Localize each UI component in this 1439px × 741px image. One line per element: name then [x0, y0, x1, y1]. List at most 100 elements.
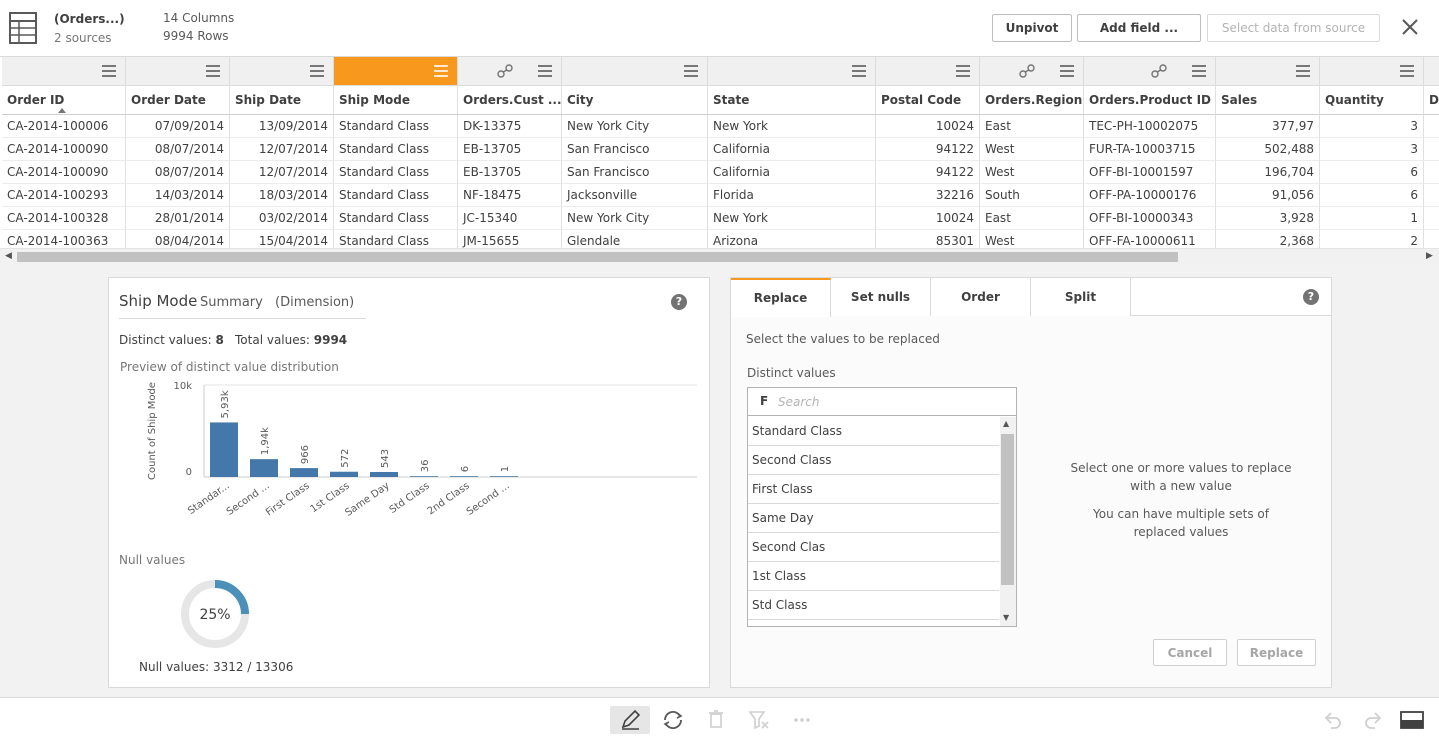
table-cell: CA-2014-100293: [2, 184, 126, 207]
x-category-label: Second ...: [465, 480, 512, 517]
column-header[interactable]: City: [562, 86, 708, 115]
column-tool-cell[interactable]: [126, 57, 230, 86]
bar-data-label: 5,93k: [220, 390, 231, 418]
column-menu-icon[interactable]: [1399, 64, 1415, 78]
x-category-label: Second ...: [225, 480, 272, 517]
table-cell: 18/03/2014: [230, 184, 334, 207]
tab-split[interactable]: Split: [1031, 278, 1131, 316]
pencil-icon[interactable]: [610, 706, 650, 734]
table-cell: West: [980, 138, 1084, 161]
column-tool-cell[interactable]: [876, 57, 980, 86]
column-tool-cell[interactable]: [1424, 57, 1439, 86]
column-menu-icon[interactable]: [1191, 64, 1207, 78]
refresh-icon[interactable]: [653, 706, 693, 734]
distinct-values-label: Distinct values: [747, 366, 836, 380]
column-header[interactable]: Orders.Product ID: [1084, 86, 1216, 115]
chart-bar: [210, 422, 238, 477]
column-menu-icon[interactable]: [683, 64, 699, 78]
list-item[interactable]: Std Class: [748, 591, 999, 620]
table-cell: CA-2014-100328: [2, 207, 126, 230]
column-menu-icon[interactable]: [309, 64, 325, 78]
search-input[interactable]: [778, 392, 1008, 412]
unpivot-button[interactable]: Unpivot: [992, 14, 1072, 42]
distinct-values: Distinct values: 8: [119, 333, 224, 347]
summary-label: Summary: [200, 295, 263, 310]
column-header[interactable]: Orders.Cust ...: [458, 86, 562, 115]
column-tool-cell[interactable]: [1320, 57, 1424, 86]
column-menu-icon[interactable]: [537, 64, 553, 78]
column-menu-icon[interactable]: [955, 64, 971, 78]
column-menu-icon[interactable]: [851, 64, 867, 78]
scroll-left-icon[interactable]: ◀: [5, 251, 12, 261]
list-item[interactable]: First Class: [748, 475, 999, 504]
column-tool-cell[interactable]: [562, 57, 708, 86]
help-icon[interactable]: ?: [671, 294, 687, 310]
column-menu-icon[interactable]: [205, 64, 221, 78]
vertical-scrollbar[interactable]: ▲ ▼: [1000, 417, 1016, 626]
cancel-button[interactable]: Cancel: [1153, 639, 1227, 666]
list-item[interactable]: 1st Class: [748, 562, 999, 591]
table-cell: TEC-PH-10002075: [1084, 115, 1216, 138]
table-cell: 14/03/2014: [126, 184, 230, 207]
distinct-values-list: F Standard ClassSecond ClassFirst ClassS…: [747, 387, 1017, 627]
scroll-down-icon[interactable]: ▼: [1003, 613, 1009, 622]
toggle-panel-icon[interactable]: [1392, 706, 1432, 734]
help-icon[interactable]: ?: [1303, 289, 1319, 305]
scroll-right-icon[interactable]: ▶: [1426, 251, 1433, 261]
table-cell: New York City: [562, 115, 708, 138]
scroll-up-icon[interactable]: ▲: [1003, 419, 1009, 428]
select-data-button[interactable]: Select data from source: [1207, 14, 1380, 42]
distribution-chart: 10k 0 Count of Ship Mode 5,93k Standar... 1,9…: [147, 381, 697, 519]
rows-count: 9994 Rows: [163, 29, 229, 43]
column-header[interactable]: Quantity: [1320, 86, 1424, 115]
replace-button[interactable]: Replace: [1237, 639, 1316, 666]
table-cell: 502,488: [1216, 138, 1320, 161]
list-item[interactable]: Second Clas: [748, 533, 999, 562]
list-item[interactable]: Same Day: [748, 504, 999, 533]
table-cell: San Francisco: [562, 138, 708, 161]
table-cell: Standard Class: [334, 138, 458, 161]
column-header[interactable]: Ship Mode: [334, 86, 458, 115]
column-header[interactable]: Orders.Region: [980, 86, 1084, 115]
column-tool-cell[interactable]: [458, 57, 562, 86]
tab-set-nulls[interactable]: Set nulls: [831, 278, 931, 316]
list-item[interactable]: Second Class: [748, 446, 999, 475]
table-cell: [1424, 207, 1439, 230]
table-cell: 6: [1320, 161, 1424, 184]
add-field-button[interactable]: Add field ...: [1077, 14, 1201, 42]
column-tool-cell[interactable]: [1216, 57, 1320, 86]
column-header[interactable]: State: [708, 86, 876, 115]
column-menu-icon[interactable]: [433, 64, 449, 78]
tab-order[interactable]: Order: [931, 278, 1031, 316]
column-menu-icon[interactable]: [101, 64, 117, 78]
column-menu-icon[interactable]: [1059, 64, 1075, 78]
column-menu-icon[interactable]: [1295, 64, 1311, 78]
bar-data-label: 1,94k: [260, 427, 271, 455]
column-tool-cell[interactable]: [230, 57, 334, 86]
null-donut-chart: 25%: [181, 580, 249, 648]
list-item[interactable]: Standard Class: [748, 417, 999, 446]
horizontal-scrollbar[interactable]: ◀ ▶: [0, 248, 1439, 264]
column-header[interactable]: Postal Code: [876, 86, 980, 115]
column-header[interactable]: Ship Date: [230, 86, 334, 115]
column-header[interactable]: Order Date: [126, 86, 230, 115]
table-cell: CA-2014-100006: [2, 115, 126, 138]
table-cell: 377,97: [1216, 115, 1320, 138]
y-tick-label: 0: [186, 467, 192, 478]
scrollbar-thumb[interactable]: [17, 252, 1178, 262]
column-tool-cell[interactable]: [708, 57, 876, 86]
tab-replace[interactable]: Replace: [731, 278, 831, 317]
column-tool-cell[interactable]: [1084, 57, 1216, 86]
chart-bar: [330, 471, 358, 477]
column-header[interactable]: D: [1424, 86, 1439, 115]
select-values-label: Select the values to be replaced: [746, 332, 940, 346]
column-header[interactable]: Sales: [1216, 86, 1320, 115]
column-tool-cell[interactable]: [2, 57, 126, 86]
close-icon[interactable]: [1398, 15, 1422, 39]
column-tool-cell[interactable]: [980, 57, 1084, 86]
table-cell: CA-2014-100090: [2, 161, 126, 184]
scrollbar-thumb[interactable]: [1001, 434, 1014, 585]
chart-bar: [490, 476, 518, 477]
table-cell: NF-18475: [458, 184, 562, 207]
column-tool-cell[interactable]: [334, 57, 458, 86]
